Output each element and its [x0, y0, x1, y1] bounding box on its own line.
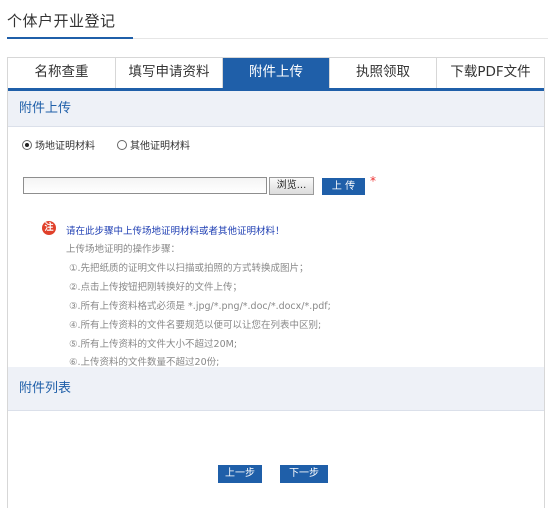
main-panel: 名称查重 填写申请资料 附件上传 执照领取 下载PDF文件 附件上传 场地证明材…	[7, 57, 545, 508]
radio-other-proof-label: 其他证明材料	[130, 141, 190, 152]
note-headline: 请在此步骤中上传场地证明材料或者其他证明材料！	[66, 226, 285, 237]
page: 个体户开业登记 名称查重 填写申请资料 附件上传 执照领取 下载PDF文件 附件…	[0, 0, 554, 508]
step-item: ①.先把纸质的证明文件以扫描或拍照的方式转换成图片；	[69, 263, 309, 274]
browse-button[interactable]: 浏览...	[269, 177, 314, 195]
radio-unchecked-icon[interactable]	[117, 139, 127, 150]
section-header-upload: 附件上传	[8, 91, 544, 127]
radio-other-proof[interactable]: 其他证明材料	[117, 137, 190, 152]
upload-button[interactable]: 上 传	[322, 178, 365, 195]
radio-site-proof-label: 场地证明材料	[35, 141, 95, 152]
tab-download-pdf[interactable]: 下载PDF文件	[437, 58, 544, 88]
step-item: ⑥.上传资料的文件数量不超过20份;	[69, 357, 220, 368]
tab-fill-application[interactable]: 填写申请资料	[116, 58, 223, 88]
radio-site-proof[interactable]: 场地证明材料	[22, 137, 95, 152]
prev-step-button[interactable]: 上一步	[218, 465, 262, 483]
material-type-radio-group: 场地证明材料 其他证明材料	[22, 137, 212, 152]
step-item: ②.点击上传按钮把刚转换好的文件上传；	[69, 282, 243, 293]
page-title: 个体户开业登记	[7, 12, 116, 30]
step-tabs: 名称查重 填写申请资料 附件上传 执照领取 下载PDF文件	[8, 58, 544, 91]
note-icon: 注	[42, 221, 56, 235]
required-marker: *	[370, 174, 376, 188]
tab-license-pickup[interactable]: 执照领取	[330, 58, 437, 88]
next-step-button[interactable]: 下一步	[280, 465, 328, 483]
radio-checked-icon[interactable]	[22, 139, 32, 150]
step-item: ⑤.所有上传资料的文件大小不超过20M;	[69, 339, 238, 350]
step-item: ④.所有上传资料的文件名要规范以便可以让您在列表中区别;	[69, 320, 322, 331]
section-header-attachment-list: 附件列表	[8, 367, 544, 411]
tab-attachment-upload[interactable]: 附件上传	[223, 58, 330, 88]
file-path-input[interactable]	[23, 177, 267, 194]
title-divider	[133, 38, 548, 39]
step-item: ③.所有上传资料格式必须是 *.jpg/*.png/*.doc/*.docx/*…	[69, 301, 331, 312]
steps-title: 上传场地证明的操作步骤：	[66, 244, 181, 255]
tab-name-check[interactable]: 名称查重	[8, 58, 116, 88]
title-underline	[7, 37, 133, 39]
